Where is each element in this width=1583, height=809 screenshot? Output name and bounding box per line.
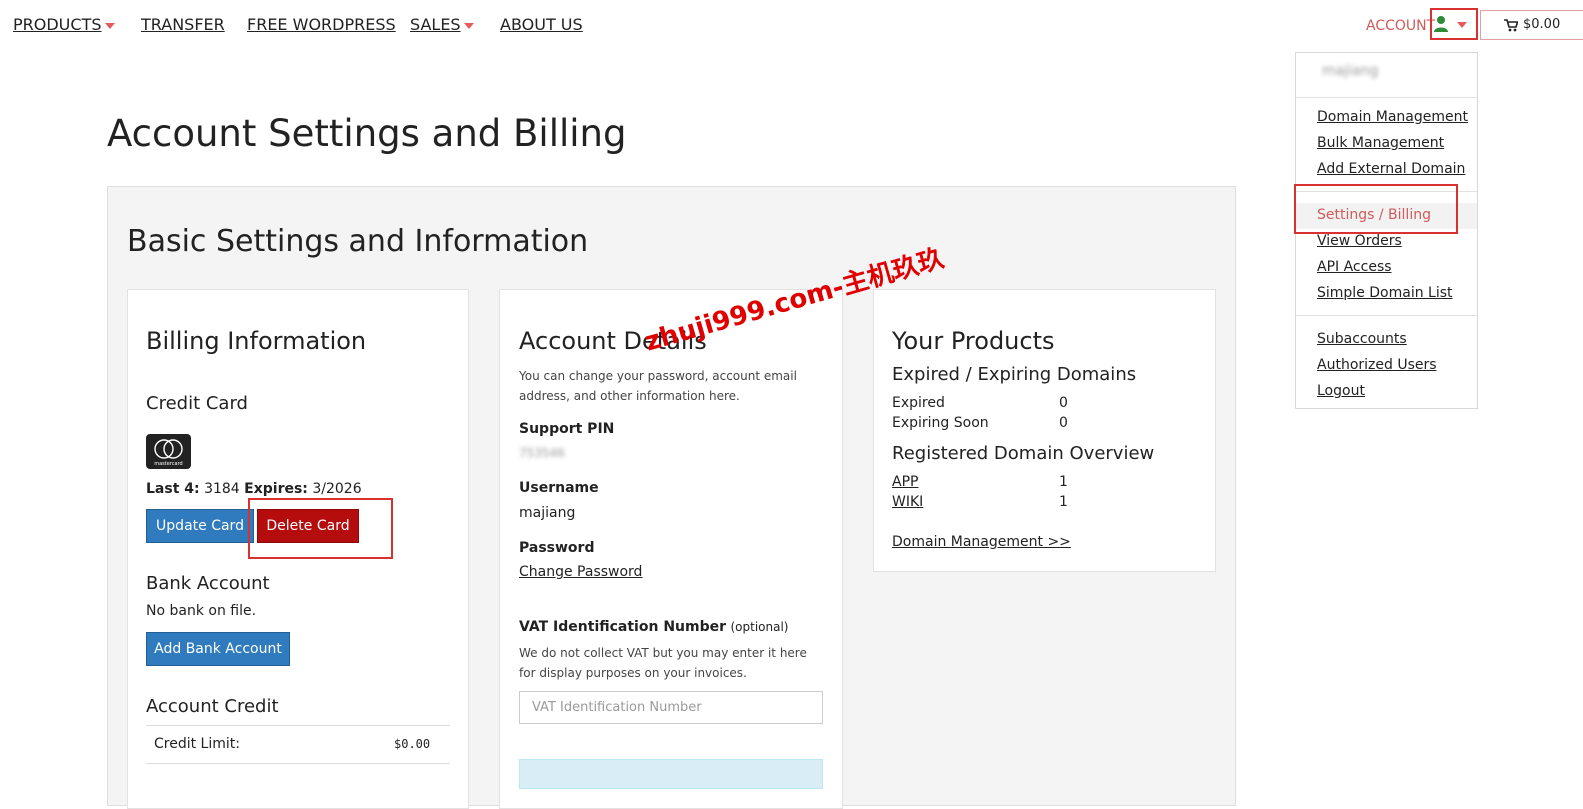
credit-limit-value: $0.00 [394, 737, 431, 751]
card-details: Last 4: 3184 Expires: 3/2026 [146, 481, 362, 497]
dropdown-divider [1296, 97, 1477, 98]
expiring-soon-value: 0 [1059, 415, 1068, 431]
registered-overview-heading: Registered Domain Overview [892, 443, 1155, 464]
top-nav: PRODUCTS TRANSFER FREE WORDPRESS SALES A… [0, 0, 1583, 52]
account-credit-heading: Account Credit [146, 696, 279, 717]
update-card-button[interactable]: Update Card [146, 509, 254, 543]
username-value: majiang [519, 505, 576, 521]
card-brand-logo [154, 439, 183, 459]
expiring-soon-label: Expiring Soon [892, 415, 989, 431]
products-title: Your Products [892, 327, 1055, 355]
chevron-down-icon [1457, 22, 1467, 28]
bank-status-text: No bank on file. [146, 603, 257, 619]
nav-sales[interactable]: SALES [410, 15, 474, 34]
dropdown-username: majiang [1322, 63, 1379, 79]
dropdown-divider [1296, 315, 1477, 316]
page-title: Account Settings and Billing [107, 112, 627, 155]
account-menu-toggle[interactable] [1430, 8, 1478, 40]
cart-icon [1504, 19, 1518, 32]
expired-value: 0 [1059, 395, 1068, 411]
menu-authorized-users[interactable]: Authorized Users [1317, 357, 1437, 373]
credit-table-divider [146, 763, 450, 764]
credit-limit-label: Credit Limit: [154, 736, 240, 752]
card-brand-text: mastercard [154, 461, 183, 467]
password-label: Password [519, 540, 595, 556]
section-title: Basic Settings and Information [127, 224, 589, 259]
nav-products[interactable]: PRODUCTS [13, 15, 115, 34]
cart-total: $0.00 [1523, 17, 1561, 32]
nav-free-wordpress[interactable]: FREE WORDPRESS [247, 15, 396, 34]
menu-view-orders[interactable]: View Orders [1317, 233, 1402, 249]
credit-table-divider [146, 725, 450, 726]
tld-app-count: 1 [1059, 474, 1068, 490]
expired-domains-heading: Expired / Expiring Domains [892, 364, 1137, 385]
credit-card-heading: Credit Card [146, 393, 248, 414]
bank-account-heading: Bank Account [146, 573, 270, 594]
vat-label: VAT Identification Number (optional) [519, 619, 789, 635]
account-menu-label[interactable]: ACCOUNT [1366, 18, 1435, 34]
chevron-down-icon [463, 22, 474, 29]
menu-simple-domain-list[interactable]: Simple Domain List [1317, 285, 1453, 301]
menu-bulk-management[interactable]: Bulk Management [1317, 135, 1444, 151]
menu-domain-management[interactable]: Domain Management [1317, 109, 1468, 125]
domain-management-link[interactable]: Domain Management >> [892, 534, 1071, 550]
account-details-description: You can change your password, account em… [519, 369, 797, 403]
cart-button[interactable]: $0.00 [1480, 10, 1583, 40]
delete-card-highlight [248, 498, 393, 559]
nav-transfer[interactable]: TRANSFER [141, 15, 225, 34]
user-icon [1434, 16, 1448, 32]
vat-help-text: We do not collect VAT but you may enter … [519, 646, 807, 680]
support-pin-label: Support PIN [519, 421, 615, 437]
tld-wiki-link[interactable]: WIKI [892, 494, 923, 510]
nav-about-us[interactable]: ABOUT US [500, 15, 583, 34]
change-password-link[interactable]: Change Password [519, 564, 642, 580]
menu-logout[interactable]: Logout [1317, 383, 1365, 399]
vat-input[interactable] [519, 691, 823, 724]
mastercard-icon: mastercard [146, 434, 191, 469]
tld-app-link[interactable]: APP [892, 474, 918, 490]
info-box [519, 759, 823, 789]
username-label: Username [519, 480, 599, 496]
add-bank-account-button[interactable]: Add Bank Account [146, 632, 290, 666]
menu-api-access[interactable]: API Access [1317, 259, 1392, 275]
support-pin-value: 753546 [519, 446, 565, 460]
settings-billing-highlight [1294, 184, 1458, 234]
expired-label: Expired [892, 395, 945, 411]
menu-add-external-domain[interactable]: Add External Domain [1317, 161, 1465, 177]
billing-title: Billing Information [146, 327, 367, 355]
menu-subaccounts[interactable]: Subaccounts [1317, 331, 1407, 347]
chevron-down-icon [104, 22, 115, 29]
tld-wiki-count: 1 [1059, 494, 1068, 510]
